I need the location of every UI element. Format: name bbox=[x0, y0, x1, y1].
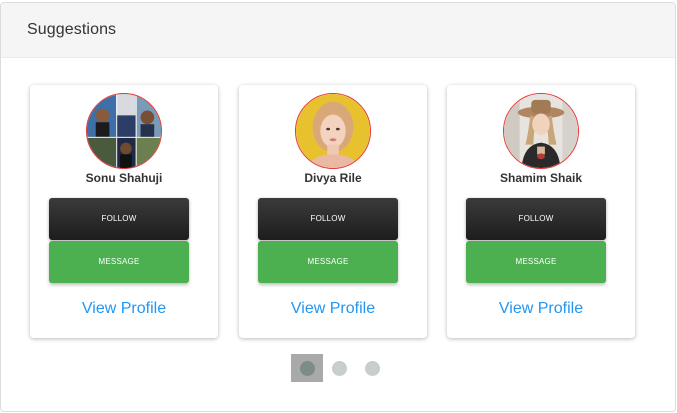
carousel-dot-2[interactable] bbox=[332, 361, 347, 376]
message-button[interactable]: MESSAGE bbox=[466, 241, 606, 283]
woman-hat-photo-icon bbox=[504, 94, 578, 168]
avatar[interactable] bbox=[295, 93, 371, 169]
view-profile-link[interactable]: View Profile bbox=[239, 300, 427, 318]
panel-header: Suggestions bbox=[1, 3, 675, 58]
woman-yellow-background-photo-icon bbox=[296, 94, 370, 168]
panel-title: Suggestions bbox=[27, 21, 117, 38]
suggestion-card: Sonu Shahuji FOLLOW MESSAGE View Profile bbox=[30, 85, 218, 338]
user-name: Sonu Shahuji bbox=[85, 171, 163, 185]
user-name: Shamim Shaik bbox=[499, 171, 583, 185]
follow-button[interactable]: FOLLOW bbox=[258, 198, 398, 240]
suggestion-card: Divya Rile FOLLOW MESSAGE View Profile bbox=[239, 85, 427, 338]
follow-button[interactable]: FOLLOW bbox=[49, 198, 189, 240]
collage-photo-icon bbox=[87, 94, 161, 168]
carousel-dot-3[interactable] bbox=[365, 361, 380, 376]
carousel-dot-1[interactable] bbox=[300, 361, 315, 376]
view-profile-link[interactable]: View Profile bbox=[447, 300, 635, 318]
avatar[interactable] bbox=[86, 93, 162, 169]
suggestions-panel: Suggestions Sonu Shahuji FOLLOW MESSAGE … bbox=[0, 2, 676, 412]
message-button[interactable]: MESSAGE bbox=[49, 241, 189, 283]
view-profile-link[interactable]: View Profile bbox=[30, 300, 218, 318]
suggestion-card: Shamim Shaik FOLLOW MESSAGE View Profile bbox=[447, 85, 635, 338]
message-button[interactable]: MESSAGE bbox=[258, 241, 398, 283]
user-name: Divya Rile bbox=[304, 171, 362, 185]
follow-button[interactable]: FOLLOW bbox=[466, 198, 606, 240]
carousel-pagination bbox=[291, 354, 391, 384]
avatar[interactable] bbox=[503, 93, 579, 169]
